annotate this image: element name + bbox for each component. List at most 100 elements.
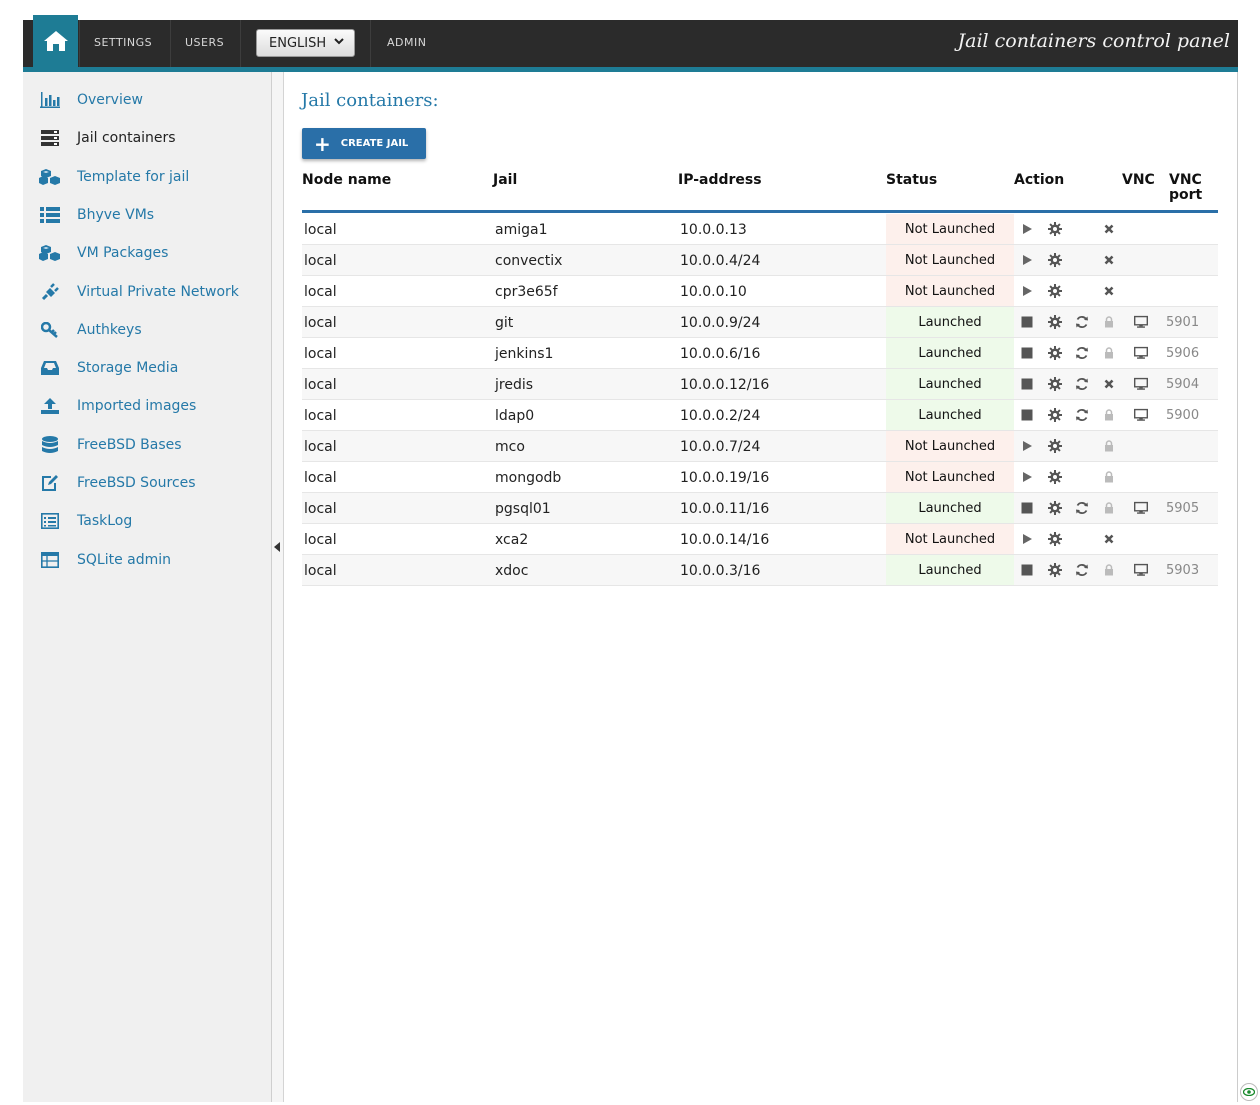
lock-icon[interactable] [1102, 470, 1116, 484]
gear-icon[interactable] [1048, 532, 1062, 546]
vnc-monitor-icon[interactable] [1134, 346, 1148, 360]
home-button[interactable] [33, 15, 78, 67]
stop-icon[interactable] [1020, 346, 1034, 360]
stop-icon[interactable] [1020, 377, 1034, 391]
sidebar-item-label: VM Packages [77, 245, 169, 262]
table-row[interactable]: local jenkins1 10.0.0.6/16 Launched 5906 [302, 338, 1218, 369]
restart-icon[interactable] [1075, 346, 1089, 360]
play-icon[interactable] [1020, 284, 1034, 298]
remove-icon[interactable] [1102, 377, 1116, 391]
cubes-icon [39, 245, 61, 262]
gear-icon[interactable] [1048, 377, 1062, 391]
remove-icon[interactable] [1102, 532, 1116, 546]
table-row[interactable]: local git 10.0.0.9/24 Launched 5901 [302, 307, 1218, 338]
gear-icon[interactable] [1048, 439, 1062, 453]
stop-icon[interactable] [1020, 563, 1034, 577]
gear-icon[interactable] [1048, 563, 1062, 577]
play-icon[interactable] [1020, 532, 1034, 546]
language-dropdown[interactable]: ENGLISH [256, 29, 355, 57]
nav-users[interactable]: USERS [185, 36, 224, 49]
restart-icon[interactable] [1075, 501, 1089, 515]
vnc-monitor-icon[interactable] [1134, 377, 1148, 391]
stop-icon[interactable] [1020, 315, 1034, 329]
sidebar-item-sqlite-admin[interactable]: SQLite admin [39, 549, 171, 571]
table-row[interactable]: local pgsql01 10.0.0.11/16 Launched 5905 [302, 493, 1218, 524]
sidebar-item-tasklog[interactable]: TaskLog [39, 510, 132, 532]
stop-icon[interactable] [1020, 501, 1034, 515]
table-row[interactable]: local jredis 10.0.0.12/16 Launched 5904 [302, 369, 1218, 400]
lock-icon[interactable] [1102, 563, 1116, 577]
restart-icon[interactable] [1075, 563, 1089, 577]
ip-address-cell: 10.0.0.7/24 [680, 438, 761, 455]
vnc-monitor-icon[interactable] [1134, 408, 1148, 422]
table-row[interactable]: local mco 10.0.0.7/24 Not Launched [302, 431, 1218, 462]
gear-icon[interactable] [1048, 408, 1062, 422]
gear-icon[interactable] [1048, 501, 1062, 515]
table-row[interactable]: local convectix 10.0.0.4/24 Not Launched [302, 245, 1218, 276]
sidebar-item-vm-packages[interactable]: VM Packages [39, 242, 168, 264]
lock-icon[interactable] [1102, 315, 1116, 329]
sidebar-item-label: Imported images [77, 398, 197, 415]
jail-name-cell[interactable]: cpr3e65f [495, 276, 558, 307]
sidebar-item-template-for-jail[interactable]: Template for jail [39, 166, 189, 188]
gear-icon[interactable] [1048, 470, 1062, 484]
sidebar-item-freebsd-bases[interactable]: FreeBSD Bases [39, 434, 182, 456]
table-row[interactable]: local mongodb 10.0.0.19/16 Not Launched [302, 462, 1218, 493]
sidebar-item-authkeys[interactable]: Authkeys [39, 319, 142, 341]
table-row[interactable]: local ldap0 10.0.0.2/24 Launched 5900 [302, 400, 1218, 431]
table-row[interactable]: local cpr3e65f 10.0.0.10 Not Launched [302, 276, 1218, 307]
remove-icon[interactable] [1102, 253, 1116, 267]
vnc-monitor-icon[interactable] [1134, 563, 1148, 577]
jail-name-cell[interactable]: xca2 [495, 524, 528, 555]
play-icon[interactable] [1020, 222, 1034, 236]
vnc-port-cell: 5905 [1166, 501, 1200, 516]
gear-icon[interactable] [1048, 253, 1062, 267]
sidebar-collapse-toggle[interactable] [272, 72, 284, 1102]
restart-icon[interactable] [1075, 377, 1089, 391]
nav-settings[interactable]: SETTINGS [94, 36, 152, 49]
gear-icon[interactable] [1048, 346, 1062, 360]
create-jail-button[interactable]: + CREATE JAIL [302, 128, 426, 159]
gear-icon[interactable] [1048, 284, 1062, 298]
play-icon[interactable] [1020, 470, 1034, 484]
lock-icon[interactable] [1102, 346, 1116, 360]
sidebar-item-imported-images[interactable]: Imported images [39, 395, 196, 417]
vnc-monitor-icon[interactable] [1134, 315, 1148, 329]
lock-icon[interactable] [1102, 439, 1116, 453]
play-icon[interactable] [1020, 253, 1034, 267]
jail-name-cell[interactable]: convectix [495, 245, 562, 276]
jail-name-cell[interactable]: amiga1 [495, 214, 547, 245]
sidebar-item-bhyve-vms[interactable]: Bhyve VMs [39, 204, 154, 226]
jail-name-cell[interactable]: jenkins1 [495, 338, 553, 369]
stop-icon[interactable] [1020, 408, 1034, 422]
remove-icon[interactable] [1102, 222, 1116, 236]
sidebar-item-overview[interactable]: Overview [39, 89, 143, 111]
jail-name-cell[interactable]: mongodb [495, 462, 561, 493]
eye-icon[interactable] [1240, 1083, 1258, 1101]
table-row[interactable]: local xdoc 10.0.0.3/16 Launched 5903 [302, 555, 1218, 586]
lock-icon[interactable] [1102, 501, 1116, 515]
sidebar-item-jail-containers[interactable]: Jail containers [39, 127, 176, 149]
play-icon[interactable] [1020, 439, 1034, 453]
sidebar-item-virtual-private-network[interactable]: Virtual Private Network [39, 281, 239, 303]
ip-address-cell: 10.0.0.6/16 [680, 345, 761, 362]
sidebar-item-storage-media[interactable]: Storage Media [39, 357, 178, 379]
table-row[interactable]: local xca2 10.0.0.14/16 Not Launched [302, 524, 1218, 555]
sidebar-item-freebsd-sources[interactable]: FreeBSD Sources [39, 472, 196, 494]
gear-icon[interactable] [1048, 222, 1062, 236]
nav-admin[interactable]: ADMIN [387, 36, 426, 49]
node-name-cell: local [304, 314, 337, 331]
vnc-monitor-icon[interactable] [1134, 501, 1148, 515]
lock-icon[interactable] [1102, 408, 1116, 422]
gear-icon[interactable] [1048, 315, 1062, 329]
jail-name-cell[interactable]: git [495, 307, 513, 338]
table-row[interactable]: local amiga1 10.0.0.13 Not Launched [302, 214, 1218, 245]
jail-name-cell[interactable]: mco [495, 431, 525, 462]
remove-icon[interactable] [1102, 284, 1116, 298]
jail-name-cell[interactable]: jredis [495, 369, 533, 400]
restart-icon[interactable] [1075, 408, 1089, 422]
jail-name-cell[interactable]: xdoc [495, 555, 528, 586]
restart-icon[interactable] [1075, 315, 1089, 329]
jail-name-cell[interactable]: ldap0 [495, 400, 534, 431]
jail-name-cell[interactable]: pgsql01 [495, 493, 551, 524]
